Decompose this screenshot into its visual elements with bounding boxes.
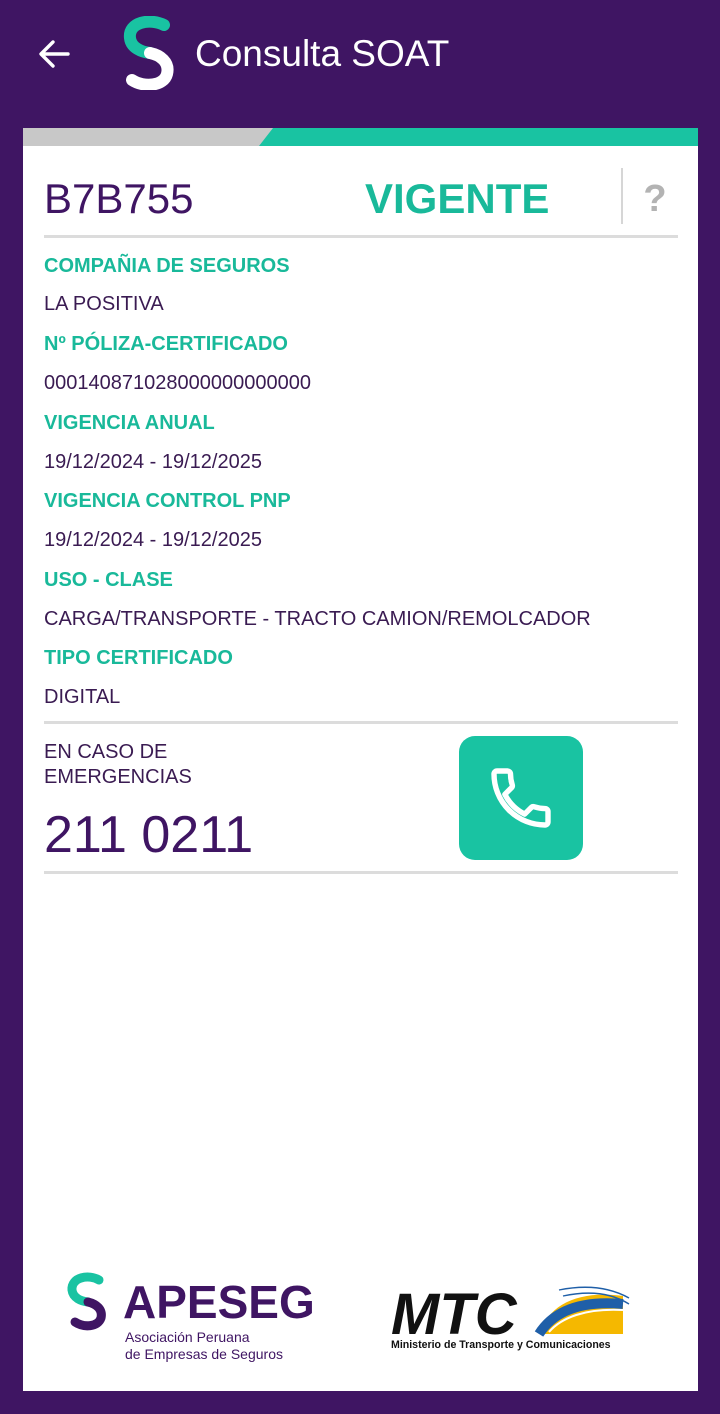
call-button[interactable] — [459, 736, 583, 860]
phone-icon — [491, 768, 551, 828]
page-title: Consulta SOAT — [195, 33, 450, 74]
divider — [44, 235, 678, 238]
validity-progress-bar — [23, 128, 698, 146]
apeseg-subtitle-2: de Empresas de Seguros — [125, 1346, 283, 1362]
field-label-certificate-type: TIPO CERTIFICADO — [44, 647, 233, 669]
field-label-policy: Nº PÓLIZA-CERTIFICADO — [44, 333, 288, 355]
field-label-pnp-validity: VIGENCIA CONTROL PNP — [44, 490, 291, 512]
plate-number: B7B755 — [44, 175, 194, 222]
field-value-annual-validity: 19/12/2024 - 19/12/2025 — [44, 451, 262, 473]
status-badge: VIGENTE — [365, 175, 550, 222]
help-button[interactable]: ? — [635, 174, 675, 224]
field-label-insurer: COMPAÑIA DE SEGUROS — [44, 255, 290, 277]
apeseg-logo: APESEG Asociación Peruana de Empresas de… — [67, 1272, 315, 1362]
field-value-certificate-type: DIGITAL — [44, 686, 121, 708]
apeseg-subtitle-1: Asociación Peruana — [125, 1329, 250, 1345]
soat-logo — [120, 15, 178, 91]
field-value-policy: 000140871028000000000000 — [44, 372, 311, 394]
field-label-annual-validity: VIGENCIA ANUAL — [44, 412, 215, 434]
mtc-name: MTC — [391, 1282, 518, 1347]
apeseg-name: APESEG — [123, 1276, 315, 1328]
divider — [44, 721, 678, 724]
mtc-logo: MTC Ministerio de Transporte y Comunicac… — [391, 1282, 630, 1351]
mtc-subtitle: Ministerio de Transporte y Comunicacione… — [391, 1339, 611, 1351]
field-value-use-class: CARGA/TRANSPORTE - TRACTO CAMION/REMOLCA… — [44, 608, 591, 630]
divider — [621, 168, 623, 224]
emergency-phone-number: 211 0211 — [44, 806, 254, 864]
app-bar: Consulta SOAT — [0, 0, 720, 108]
soat-result-card: B7B755 VIGENTE ? COMPAÑIA DE SEGUROS LA … — [23, 128, 698, 1391]
emergency-label: EN CASO DE EMERGENCIAS — [44, 741, 192, 788]
field-value-pnp-validity: 19/12/2024 - 19/12/2025 — [44, 529, 262, 551]
divider — [44, 871, 678, 874]
field-value-insurer: LA POSITIVA — [44, 293, 164, 315]
field-label-use-class: USO - CLASE — [44, 569, 173, 591]
arrow-left-icon[interactable] — [34, 34, 74, 74]
